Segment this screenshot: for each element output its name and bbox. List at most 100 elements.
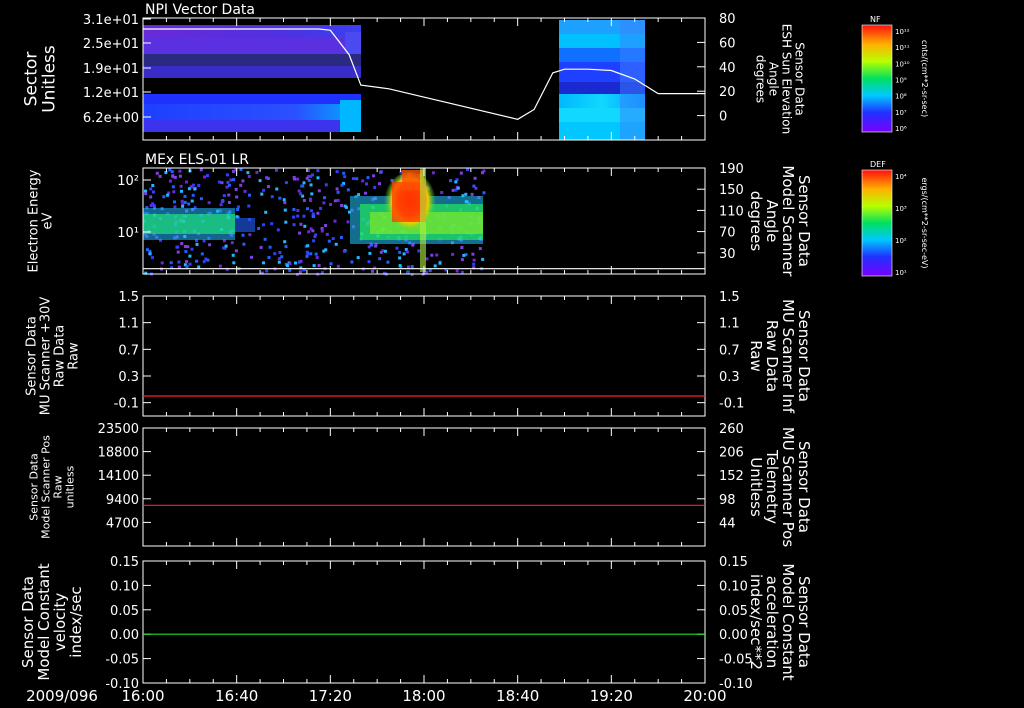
time-tick-label: 16:40 [215,687,258,705]
spectrogram-speckle [283,201,287,205]
spectrogram-speckle [481,171,484,175]
spectrogram-speckle [219,203,223,207]
right-y-tick-label: 20 [719,85,736,100]
spectrogram-speckle [195,242,199,246]
spectrogram-speckle [267,256,271,259]
right-axis-title: Sensor DataMU Scanner InfRaw DataRaw [747,299,813,414]
spectrogram-speckle [267,185,270,189]
spectrogram-speckle [270,222,274,226]
colorbar-tick-label: 10⁹ [895,77,907,85]
spectrogram-speckle [262,261,265,265]
spectrogram-speckle [275,187,279,191]
spectrogram-speckle [336,264,340,268]
spectrogram-speckle [282,198,286,202]
spectrogram-speckle [288,268,292,272]
spectrogram-speckle [232,178,236,182]
panel-title: MEx ELS-01 LR [145,152,249,168]
spectrogram-speckle [449,179,453,183]
spectrogram-speckle [357,193,361,197]
spectrogram-speckle [180,189,183,193]
spectrogram-speckle [301,184,305,188]
spectrogram-speckle [307,230,311,234]
axis-title-line: index/sec**2 [747,574,765,670]
spectrogram-speckle [297,189,301,193]
spectrogram-speckle [220,200,224,203]
spectrogram-speckle [323,196,326,200]
spectrogram-speckle [296,214,300,218]
spectrogram-speckle [472,262,476,266]
spectrogram-speckle [410,265,414,268]
right-y-tick-label: 110 [719,204,744,219]
right-y-tick-label: 60 [719,36,736,51]
spectrogram-speckle [417,249,421,253]
spectrogram-speckle [310,192,314,196]
left-y-tick-label: 3.1e+01 [83,13,139,28]
colorbar [861,169,893,277]
spectrogram-speckle [265,269,269,273]
spectrogram-speckle [264,210,268,214]
colorbar-tick-label: 10⁶ [895,125,907,133]
left-y-tick-label: 1.9e+01 [83,62,139,77]
panel-frame [142,560,706,684]
spectrogram-speckle [262,188,266,192]
axis-title-line: unitless [64,465,77,508]
spectrogram-speckle [312,264,316,268]
axis-title-line: eV [40,212,55,229]
left-y-tick-label: 10² [117,174,139,189]
spectrogram-speckle [294,261,297,265]
spectrogram-speckle [292,223,296,227]
right-y-tick-label: 260 [719,422,744,437]
spectrogram-speckle [356,256,360,260]
spectrogram-speckle [243,189,247,193]
spectrogram-speckle [160,261,164,265]
spectrogram-speckle [184,250,188,253]
colorbar-title: DEF [870,160,886,169]
spectrogram-speckle [270,195,274,199]
left-y-tick-label: 0.3 [118,370,139,385]
left-y-tick-label: 9400 [106,493,139,508]
time-tick-label: 18:40 [496,687,539,705]
spectrogram-speckle [168,179,172,183]
left-y-tick-label: 14100 [98,469,139,484]
left-y-tick-label: 0.05 [110,604,139,619]
spectrogram-speckle [314,252,318,256]
spectrogram-speckle [379,170,383,174]
spectrogram-speckle [405,250,409,254]
axis-title-line: Sensor Data [793,42,807,116]
spectrogram-speckle [190,247,194,251]
spectrogram-speckle [311,229,315,233]
spectrogram-speckle [173,175,177,179]
colorbar-tick-label: 10⁸ [895,93,907,101]
right-y-tick-label: 40 [719,61,736,76]
spectrogram-speckle [455,269,459,273]
spectrogram-speckle [180,242,184,245]
spectrogram-speckle [370,243,374,247]
spectrogram-speckle [164,171,168,175]
spectrogram-speckle [231,253,235,257]
spectrogram-speckle [172,190,176,194]
spectrogram-speckle [193,187,197,191]
right-y-tick-label: -0.1 [719,397,744,412]
spectrogram-speckle [197,183,201,187]
right-axis-title: Sensor DataESH Sun ElevationAngledegrees [754,24,807,134]
spectrogram-speckle [309,199,313,203]
spectrogram-speckle [258,179,262,183]
spectrogram-speckle [149,187,153,191]
spectrogram-speckle [183,200,187,204]
spectrogram-speckle [343,175,347,179]
axis-title-line: Electron Energy [26,169,41,272]
right-axis-title: Sensor DataModel ScannerAngledegrees [747,165,813,277]
spectrogram-speckle [230,241,234,245]
spectrogram-speckle [278,251,282,254]
spectrogram-speckle [190,199,194,203]
left-y-tick-label: 6.2e+00 [83,111,139,126]
spectrogram-speckle [309,209,313,213]
spectrogram-speckle [460,270,464,274]
axis-title-line: Raw [66,342,81,370]
spectrogram-speckle [322,201,326,205]
right-axis-title: Sensor DataModel Constantaccelerationind… [747,563,813,680]
spectrogram-speckle [317,263,321,267]
spectrogram-speckle [470,192,474,196]
left-axis-title: Sensor DataModel Constantvelocityindex/s… [19,563,85,680]
spectrogram-speckle [207,201,211,205]
